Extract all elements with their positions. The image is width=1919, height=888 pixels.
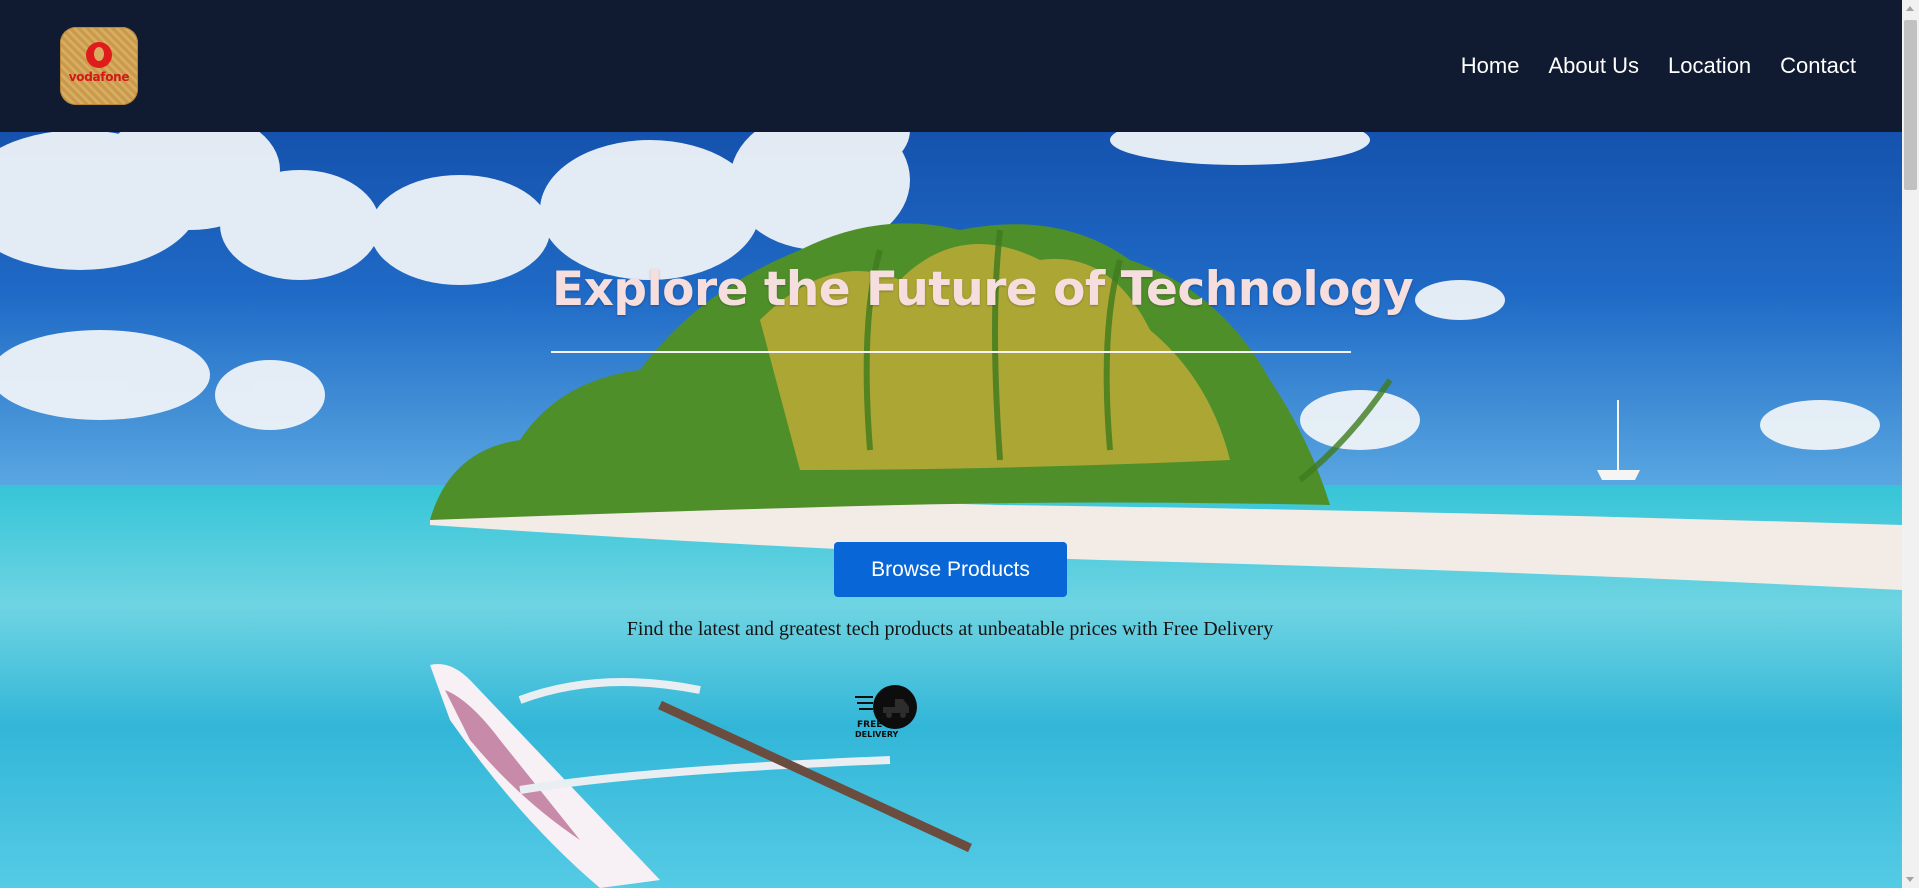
hero-background-image — [0, 0, 1902, 888]
free-delivery-truck-icon: FREE DELIVERY — [853, 683, 921, 741]
free-delivery-line2: DELIVERY — [855, 730, 899, 739]
nav-location-link[interactable]: Location — [1668, 53, 1751, 79]
nav-contact-link[interactable]: Contact — [1780, 53, 1856, 79]
free-delivery-line1: FREE — [857, 720, 882, 730]
page: vodafone Home About Us Location Contact … — [0, 0, 1919, 888]
nav-about-link[interactable]: About Us — [1548, 53, 1639, 79]
vertical-scrollbar[interactable] — [1902, 0, 1919, 888]
scrollbar-thumb[interactable] — [1904, 20, 1917, 190]
hero-title: Explore the Future of Technology — [552, 262, 1414, 317]
scroll-up-arrow-icon[interactable] — [1906, 6, 1914, 11]
nav-home-link[interactable]: Home — [1461, 53, 1520, 79]
free-delivery-badge: FREE DELIVERY — [855, 685, 917, 739]
vodafone-speechmark-icon — [86, 42, 112, 68]
brand-name: vodafone — [68, 70, 130, 84]
island-scene — [0, 0, 1902, 888]
navbar: vodafone Home About Us Location Contact — [0, 0, 1902, 132]
scroll-down-arrow-icon[interactable] — [1906, 877, 1914, 882]
main-nav: Home About Us Location Contact — [1461, 53, 1856, 79]
brand-logo[interactable]: vodafone — [60, 27, 138, 105]
hero-divider — [551, 351, 1351, 353]
hero-tagline: Find the latest and greatest tech produc… — [626, 618, 1274, 640]
browse-products-button[interactable]: Browse Products — [834, 542, 1067, 597]
